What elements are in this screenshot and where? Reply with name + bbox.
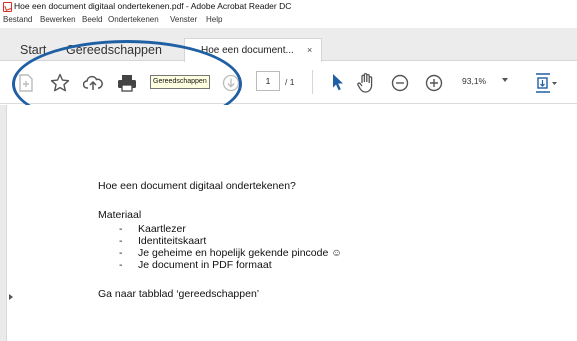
- list-bullet: -: [119, 223, 123, 235]
- zoom-out-icon[interactable]: [391, 74, 409, 92]
- acrobat-icon: [3, 2, 12, 12]
- download-icon[interactable]: [222, 74, 240, 92]
- window-title: Hoe een document digitaal ondertekenen.p…: [14, 1, 292, 11]
- tab-document[interactable]: Hoe een document... ×: [184, 38, 322, 62]
- chevron-down-icon[interactable]: [502, 78, 508, 82]
- toolbar: Gereedschappen 1 / 1 93,1%: [0, 62, 577, 104]
- zoom-level[interactable]: 93,1%: [462, 76, 486, 86]
- cloud-upload-icon[interactable]: [83, 74, 103, 92]
- menu-bewerken[interactable]: Bewerken: [40, 15, 76, 24]
- fit-page-icon[interactable]: [534, 72, 558, 94]
- navigation-pane[interactable]: [0, 105, 7, 341]
- menu-beeld[interactable]: Beeld: [82, 15, 102, 24]
- instruction-text: Ga naar tabblad ‘gereedschappen’: [98, 288, 260, 300]
- tab-start[interactable]: Start: [20, 43, 46, 57]
- star-icon[interactable]: [50, 73, 70, 93]
- close-icon[interactable]: ×: [307, 45, 312, 55]
- menu-ondertekenen[interactable]: Ondertekenen: [108, 15, 159, 24]
- page-number-input[interactable]: 1: [256, 71, 280, 91]
- tab-document-label: Hoe een document...: [201, 45, 294, 56]
- menu-help[interactable]: Help: [206, 15, 222, 24]
- list-item: Je geheime en hopelijk gekende pincode ☺: [138, 247, 342, 259]
- list-bullet: -: [119, 235, 123, 247]
- tooltip-gereedschappen: Gereedschappen: [150, 75, 210, 89]
- toolbar-separator: [312, 70, 313, 94]
- window-titlebar: Hoe een document digitaal ondertekenen.p…: [0, 0, 577, 14]
- list-item: Kaartlezer: [138, 223, 186, 235]
- tab-bar: Start Gereedschappen Hoe een document...…: [0, 28, 577, 62]
- cursor-icon[interactable]: [331, 73, 345, 91]
- printer-icon[interactable]: [117, 74, 137, 92]
- material-label: Materiaal: [98, 209, 142, 221]
- hand-icon[interactable]: [356, 72, 376, 94]
- document-heading: Hoe een document digitaal ondertekenen?: [98, 180, 296, 192]
- menu-bestand[interactable]: Bestand: [3, 15, 32, 24]
- list-bullet: -: [119, 259, 123, 271]
- expand-pane-icon[interactable]: [9, 294, 13, 300]
- tab-gereedschappen[interactable]: Gereedschappen: [66, 43, 162, 57]
- list-item: Identiteitskaart: [138, 235, 207, 247]
- document-page: Hoe een document digitaal ondertekenen? …: [16, 105, 577, 341]
- list-item: Je document in PDF formaat: [138, 259, 272, 271]
- list-bullet: -: [119, 247, 123, 259]
- zoom-in-icon[interactable]: [425, 74, 443, 92]
- page-total: / 1: [285, 77, 295, 87]
- create-pdf-icon[interactable]: [18, 74, 34, 92]
- menu-bar: Bestand Bewerken Beeld Ondertekenen Vens…: [0, 14, 577, 27]
- menu-venster[interactable]: Venster: [170, 15, 197, 24]
